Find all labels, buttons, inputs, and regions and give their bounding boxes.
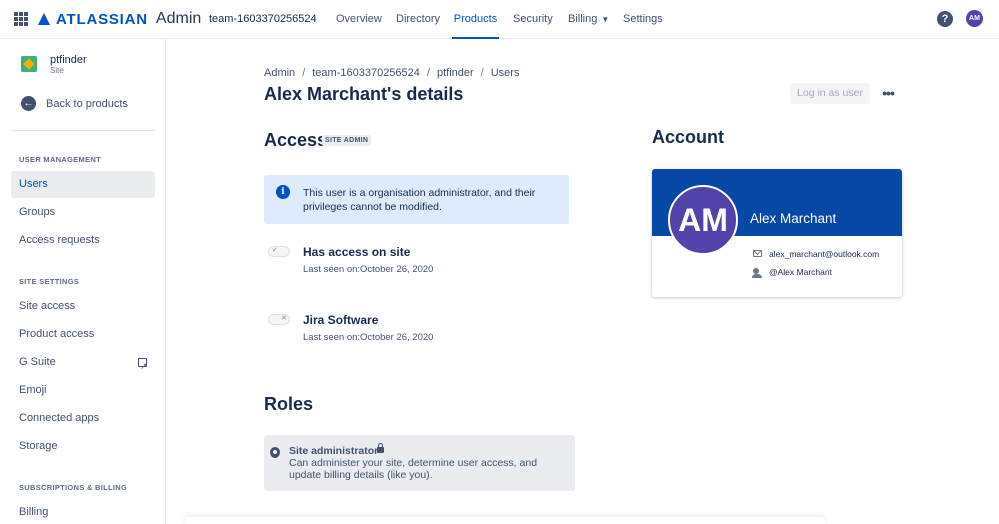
lock-icon [377, 443, 384, 453]
role-description: Can administer your site, determine user… [289, 457, 538, 481]
account-avatar: AM [668, 185, 738, 255]
g-suite-label: G Suite [19, 356, 56, 368]
site-logo-icon [21, 56, 37, 72]
breadcrumb: Admin / team-1603370256524 / ptfinder / … [264, 67, 520, 79]
site-name: ptfinder [50, 54, 87, 66]
location-pin-icon [270, 447, 280, 458]
back-label: Back to products [46, 97, 128, 110]
nav-settings[interactable]: Settings [623, 0, 663, 39]
account-name: Alex Marchant [750, 211, 837, 226]
chevron-down-icon: ▼ [601, 15, 610, 24]
atlassian-admin-logo[interactable]: ATLASSIAN Admin [38, 10, 201, 28]
user-avatar[interactable]: AM [966, 10, 983, 27]
role-title: Site administrator [289, 445, 379, 457]
check-icon: ✓ [272, 247, 278, 254]
sidebar-item-billing[interactable]: Billing [11, 499, 155, 524]
sidebar-item-emoji[interactable]: Emoji [11, 377, 155, 404]
sidebar-item-product-access[interactable]: Product access [11, 321, 155, 348]
section-subscriptions-billing: SUBSCRIPTIONS & BILLING [19, 483, 128, 492]
sidebar-item-access-requests[interactable]: Access requests [11, 227, 155, 254]
external-link-icon [138, 353, 148, 380]
role-site-administrator: Site administrator Can administer your s… [264, 435, 575, 491]
sidebar-item-g-suite[interactable]: G Suite [11, 349, 155, 380]
nav-overview[interactable]: Overview [336, 0, 382, 39]
page-title: Alex Marchant's details [264, 84, 464, 104]
account-heading: Account [652, 127, 724, 147]
breadcrumb-admin[interactable]: Admin [264, 67, 295, 79]
sidebar-divider [11, 130, 155, 131]
nav-security[interactable]: Security [513, 0, 553, 39]
sidebar-item-users[interactable]: Users [11, 171, 155, 198]
back-to-products-link[interactable]: ← Back to products [21, 96, 128, 111]
account-card: AM Alex Marchant alex_marchant@outlook.c… [652, 169, 902, 297]
info-message: i This user is a organisation administra… [264, 175, 569, 224]
nav-directory[interactable]: Directory [396, 0, 440, 39]
info-icon: i [276, 185, 290, 199]
app-switcher-icon[interactable] [14, 12, 28, 26]
jira-software-toggle[interactable]: ✕ [268, 314, 290, 325]
nav-billing[interactable]: Billing ▼ [568, 0, 609, 39]
log-in-as-user-button[interactable]: Log in as user [790, 83, 870, 104]
logo-subtitle: Admin [155, 10, 202, 27]
sidebar-item-storage[interactable]: Storage [11, 433, 155, 460]
section-user-management: USER MANAGEMENT [19, 155, 102, 164]
access-heading: Access [264, 130, 328, 150]
site-type: Site [50, 66, 64, 75]
nav-billing-label: Billing [568, 13, 598, 25]
site-admin-badge: SITE ADMIN [322, 135, 372, 146]
breadcrumb-site[interactable]: ptfinder [437, 67, 474, 79]
sidebar: ptfinder Site ← Back to products USER MA… [0, 39, 166, 524]
breadcrumb-users[interactable]: Users [491, 67, 520, 79]
sidebar-item-groups[interactable]: Groups [11, 199, 155, 226]
section-site-settings: SITE SETTINGS [19, 277, 80, 286]
bottom-panel-edge [185, 517, 825, 524]
sidebar-item-site-access[interactable]: Site access [11, 293, 155, 320]
more-actions-button[interactable]: ••• [878, 84, 898, 104]
mail-icon [753, 250, 762, 257]
help-icon[interactable]: ? [937, 11, 953, 27]
logo-text: ATLASSIAN [56, 10, 148, 28]
atlassian-logo-icon [38, 13, 50, 25]
roles-heading: Roles [264, 394, 314, 414]
sidebar-item-connected-apps[interactable]: Connected apps [11, 405, 155, 432]
info-text: This user is a organisation administrato… [303, 187, 536, 213]
account-handle: @Alex Marchant [769, 267, 832, 277]
arrow-left-icon: ← [21, 96, 36, 111]
breadcrumb-org[interactable]: team-1603370256524 [312, 67, 420, 79]
permission-last-seen: Last seen on:October 26, 2020 [303, 332, 434, 343]
has-access-toggle[interactable]: ✓ [268, 246, 290, 257]
permission-title: Jira Software [303, 313, 379, 327]
person-icon [752, 268, 762, 278]
nav-products[interactable]: Products [452, 0, 499, 39]
permission-last-seen: Last seen on:October 26, 2020 [303, 264, 434, 275]
top-nav: ATLASSIAN Admin team-1603370256524 Overv… [0, 0, 999, 39]
cross-icon: ✕ [281, 315, 287, 322]
permission-title: Has access on site [303, 245, 411, 259]
account-email: alex_marchant@outlook.com [769, 249, 880, 259]
org-switcher[interactable]: team-1603370256524 [209, 0, 317, 39]
